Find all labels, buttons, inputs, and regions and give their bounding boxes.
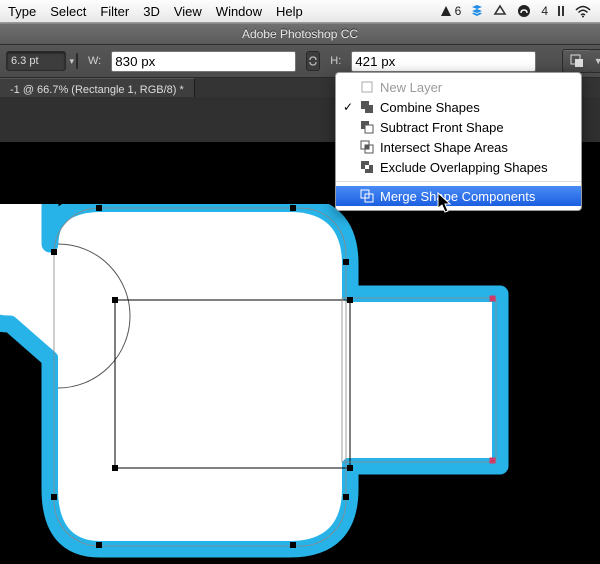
popup-merge-components[interactable]: Merge Shape Components	[336, 186, 581, 206]
merge-icon	[360, 189, 374, 203]
stroke-style-dropdown[interactable]	[76, 53, 78, 69]
link-dimensions-icon[interactable]	[306, 51, 320, 71]
popup-item-label: Intersect Shape Areas	[380, 140, 508, 155]
mac-menubar: Type Select Filter 3D View Window Help 6…	[0, 0, 600, 23]
intersect-icon	[360, 140, 374, 154]
app-titlebar: Adobe Photoshop CC	[0, 23, 600, 45]
document-tab-title: -1 @ 66.7% (Rectangle 1, RGB/8) *	[10, 84, 184, 96]
subtract-icon	[360, 120, 374, 134]
popup-item-label: Combine Shapes	[380, 100, 480, 115]
menu-3d[interactable]: 3D	[143, 4, 160, 19]
app-title: Adobe Photoshop CC	[242, 27, 358, 41]
popup-separator	[336, 181, 581, 182]
width-label: W:	[88, 55, 101, 67]
combine-icon	[360, 100, 374, 114]
menu-view[interactable]: View	[174, 4, 202, 19]
wifi-icon[interactable]	[574, 4, 592, 18]
adobe-notif-icon[interactable]: 6	[439, 4, 462, 18]
menu-window[interactable]: Window	[216, 4, 262, 19]
height-label: H:	[330, 55, 341, 67]
drive-icon[interactable]	[493, 4, 507, 18]
notification-count[interactable]: 4	[541, 4, 548, 18]
menu-help[interactable]: Help	[276, 4, 303, 19]
popup-new-layer: New Layer	[336, 77, 581, 97]
popup-combine-shapes[interactable]: ✓ Combine Shapes	[336, 97, 581, 117]
menu-select[interactable]: Select	[50, 4, 86, 19]
exclude-icon	[360, 160, 374, 174]
popup-item-label: Exclude Overlapping Shapes	[380, 160, 548, 175]
menu-filter[interactable]: Filter	[100, 4, 129, 19]
vector-shape[interactable]	[0, 204, 550, 564]
menubar-divider-icon	[556, 4, 566, 18]
path-operations-popup: New Layer ✓ Combine Shapes Subtract Fron…	[335, 72, 582, 211]
path-operations-dropdown-arrow[interactable]: ▼	[591, 49, 600, 73]
stroke-width-field[interactable]	[6, 51, 66, 71]
path-operations-button[interactable]	[562, 49, 592, 73]
popup-exclude[interactable]: Exclude Overlapping Shapes	[336, 157, 581, 177]
popup-item-label: Merge Shape Components	[380, 189, 535, 204]
popup-item-label: Subtract Front Shape	[380, 120, 504, 135]
popup-subtract-front[interactable]: Subtract Front Shape	[336, 117, 581, 137]
popup-intersect[interactable]: Intersect Shape Areas	[336, 137, 581, 157]
popup-item-label: New Layer	[380, 80, 442, 95]
height-field[interactable]	[351, 51, 536, 72]
width-field[interactable]	[111, 51, 296, 72]
creative-cloud-icon[interactable]	[515, 4, 533, 18]
new-layer-icon	[360, 80, 374, 94]
menu-type[interactable]: Type	[8, 4, 36, 19]
dropbox-icon[interactable]	[469, 4, 485, 18]
